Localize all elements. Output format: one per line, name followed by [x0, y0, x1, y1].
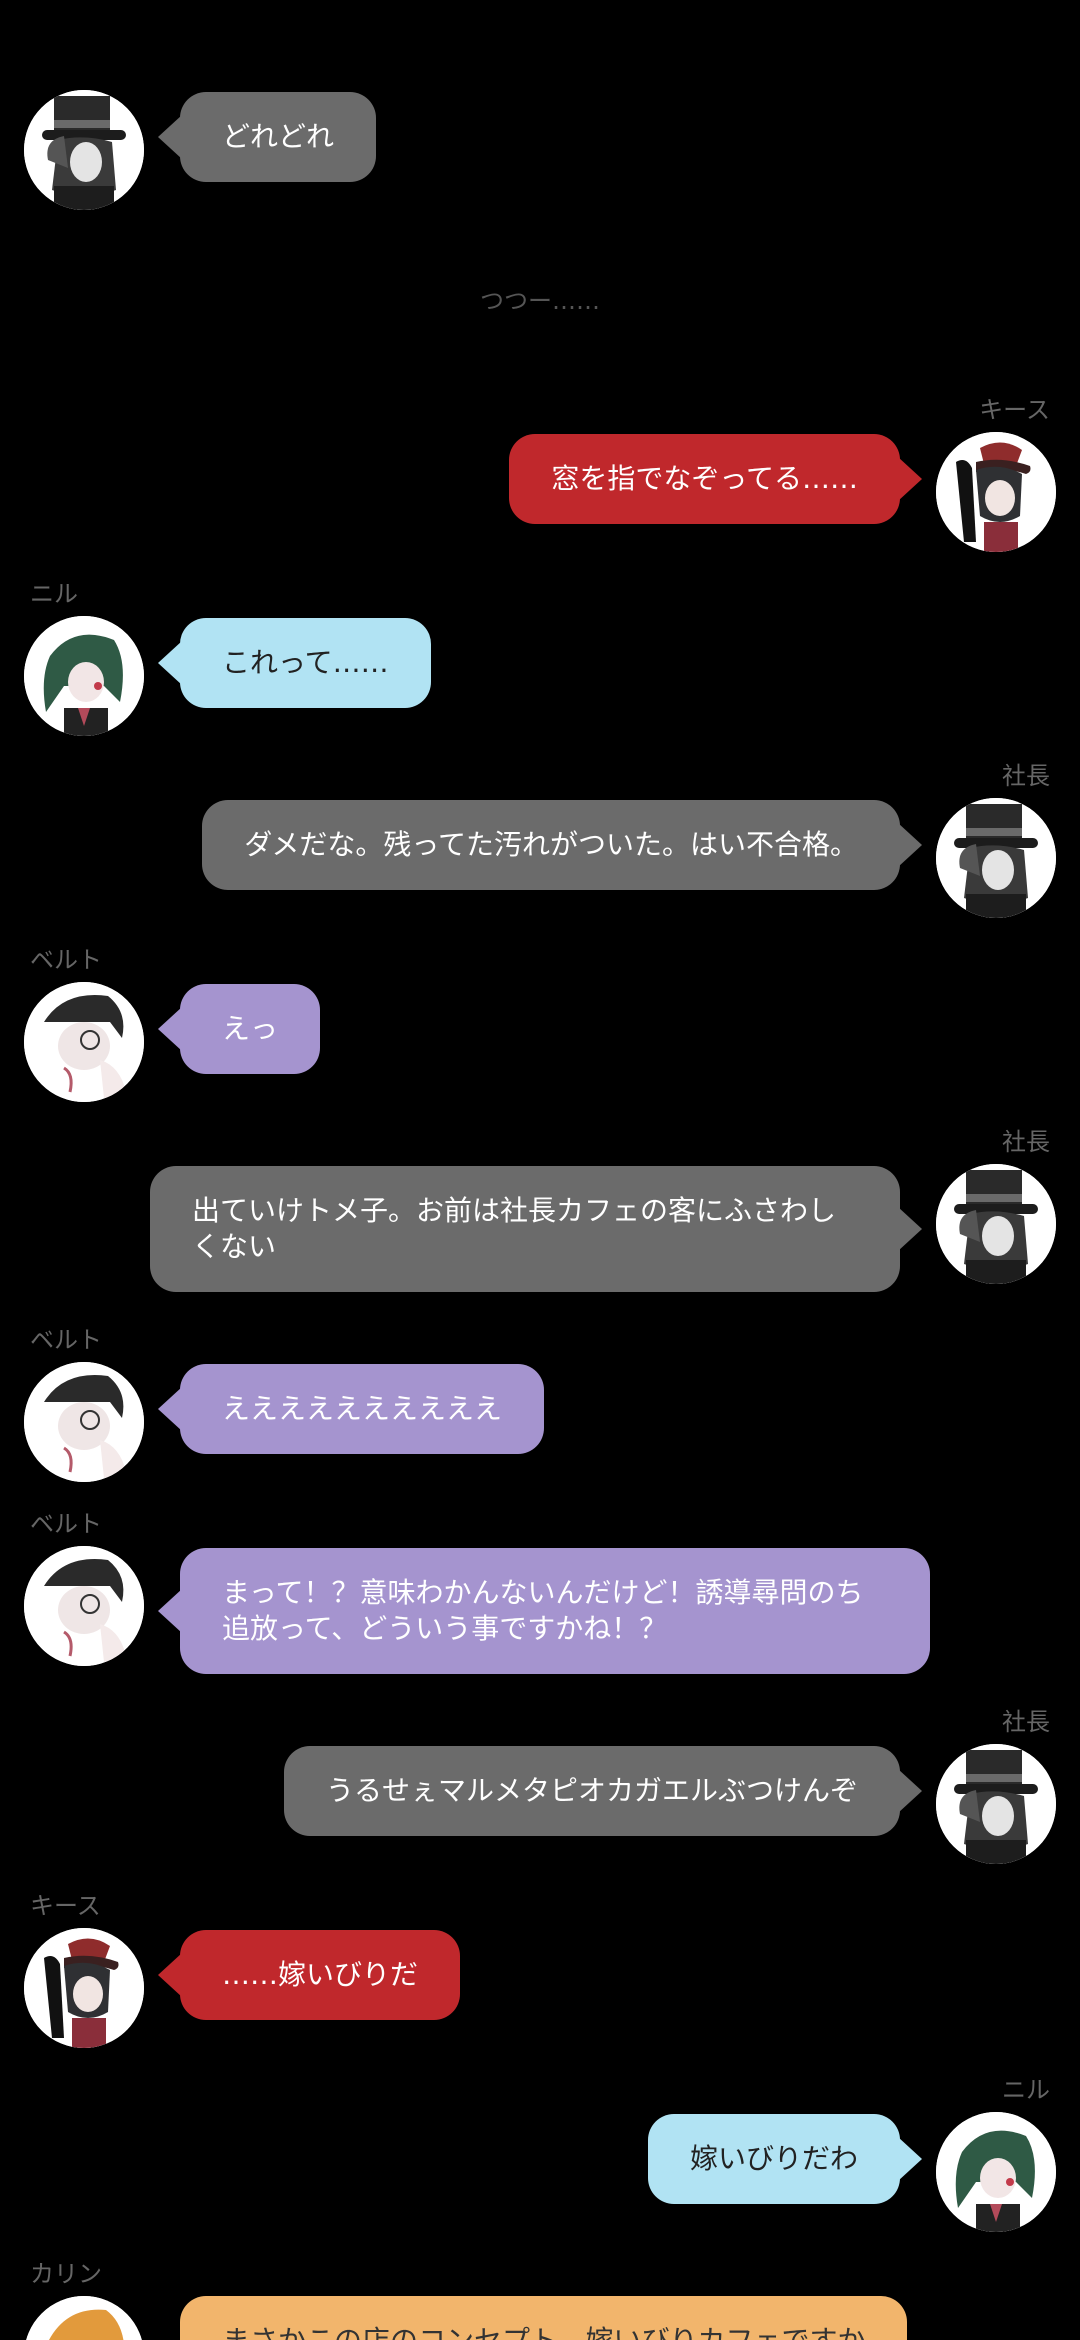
red-hat-character-icon [24, 1928, 144, 2048]
top-hat-character-icon [936, 1164, 1056, 1284]
avatar-niru[interactable] [24, 616, 144, 736]
message-row: ニル 嫁いびりだわ [0, 2076, 1080, 2236]
message-row: キース ……嫁いびりだ [0, 1892, 1080, 2052]
message-row: どれどれ [0, 88, 1080, 218]
message-row: ベルト えっ [0, 946, 1080, 1106]
speaker-name: ベルト [30, 1326, 102, 1354]
avatar-karin[interactable] [24, 2296, 144, 2340]
message-text: ええええええええええ [222, 1392, 503, 1425]
message-bubble[interactable]: まさかこの店のコンセプト、嫁いびりカフェですか [180, 2296, 908, 2340]
avatar-beruto[interactable] [24, 1362, 144, 1482]
message-text: どれどれ [222, 120, 335, 153]
speaker-name: 社長 [1002, 762, 1050, 790]
speaker-name: ニル [30, 580, 78, 608]
message-text: まって！？意味わかんないんだけど！誘導尋問のち追放って、どういう事ですかね！？ [222, 1576, 864, 1645]
message-row: キース 窓を指でなぞってる…… [0, 396, 1080, 556]
message-text: ダメだな。残ってた汚れがついた。はい不合格。 [244, 828, 858, 861]
message-row: 社長 うるせぇマルメタピオカガエルぶつけんぞ [0, 1708, 1080, 1868]
avatar-niru[interactable] [936, 2112, 1056, 2232]
message-row: ニル これって…… [0, 580, 1080, 740]
glasses-character-icon [24, 1362, 144, 1482]
avatar-beruto[interactable] [24, 1546, 144, 1666]
message-text: うるせぇマルメタピオカガエルぶつけんぞ [325, 1774, 858, 1807]
message-row: カリン まさかこの店のコンセプト、嫁いびりカフェですか [0, 2260, 1080, 2340]
message-bubble[interactable]: まって！？意味わかんないんだけど！誘導尋問のち追放って、どういう事ですかね！？ [158, 1548, 930, 1674]
message-bubble[interactable]: どれどれ [157, 92, 377, 182]
message-bubble[interactable]: これって…… [158, 618, 431, 708]
avatar-kiisu[interactable] [936, 432, 1056, 552]
top-hat-character-icon [936, 798, 1056, 918]
message-row: ベルト まって！？意味わかんないんだけど！誘導尋問のち追放って、どういう事ですか… [0, 1510, 1080, 1690]
speaker-name: キース [979, 396, 1050, 424]
speaker-name: ベルト [30, 946, 102, 974]
message-text: まさかこの店のコンセプト、嫁いびりカフェですか [222, 2324, 865, 2340]
avatar-beruto[interactable] [24, 982, 144, 1102]
speaker-name: キース [30, 1892, 101, 1920]
message-bubble[interactable]: 嫁いびりだわ [647, 2114, 923, 2204]
speaker-name: 社長 [1002, 1128, 1050, 1156]
message-bubble[interactable]: ええええええええええ [157, 1364, 545, 1454]
message-bubble[interactable]: うるせぇマルメタピオカガエルぶつけんぞ [283, 1746, 923, 1836]
speaker-name: ベルト [30, 1510, 102, 1538]
green-hair-character-icon [24, 616, 144, 736]
top-hat-character-icon [936, 1744, 1056, 1864]
speaker-name: カリン [30, 2260, 102, 2288]
message-text: えっ [222, 1012, 279, 1045]
message-row: 社長 ダメだな。残ってた汚れがついた。はい不合格。 [0, 762, 1080, 922]
narration-text: つつー…… [480, 287, 600, 315]
message-bubble[interactable]: ……嫁いびりだ [157, 1930, 461, 2020]
top-hat-character-icon [24, 90, 144, 210]
avatar-kiisu[interactable] [24, 1928, 144, 2048]
glasses-character-icon [24, 982, 144, 1102]
message-bubble[interactable]: 出ていけトメ子。お前は社長カフェの客にふさわしくない [150, 1166, 922, 1292]
avatar-shachou[interactable] [24, 90, 144, 210]
message-bubble[interactable]: えっ [157, 984, 321, 1074]
red-hat-character-icon [936, 432, 1056, 552]
message-bubble[interactable]: 窓を指でなぞってる…… [509, 434, 922, 524]
avatar-shachou[interactable] [936, 1164, 1056, 1284]
green-hair-character-icon [936, 2112, 1056, 2232]
speaker-name: 社長 [1002, 1708, 1050, 1736]
orange-hair-character-icon [24, 2296, 144, 2340]
speaker-name: ニル [1002, 2076, 1050, 2104]
message-text: ……嫁いびりだ [222, 1958, 419, 1991]
message-text: 窓を指でなぞってる…… [551, 462, 858, 495]
message-row: ベルト ええええええええええ [0, 1326, 1080, 1486]
message-text: 嫁いびりだわ [689, 2142, 858, 2175]
message-text: これって…… [222, 646, 389, 679]
glasses-character-icon [24, 1546, 144, 1666]
message-text: 出ていけトメ子。お前は社長カフェの客にふさわしくない [192, 1194, 837, 1263]
message-bubble[interactable]: ダメだな。残ってた汚れがついた。はい不合格。 [202, 800, 922, 890]
avatar-shachou[interactable] [936, 1744, 1056, 1864]
message-row: 社長 出ていけトメ子。お前は社長カフェの客にふさわしくない [0, 1128, 1080, 1308]
chat-log: どれどれ つつー…… キース 窓を指でなぞってる…… ニル これって…… 社長 … [0, 0, 1080, 2340]
avatar-shachou[interactable] [936, 798, 1056, 918]
